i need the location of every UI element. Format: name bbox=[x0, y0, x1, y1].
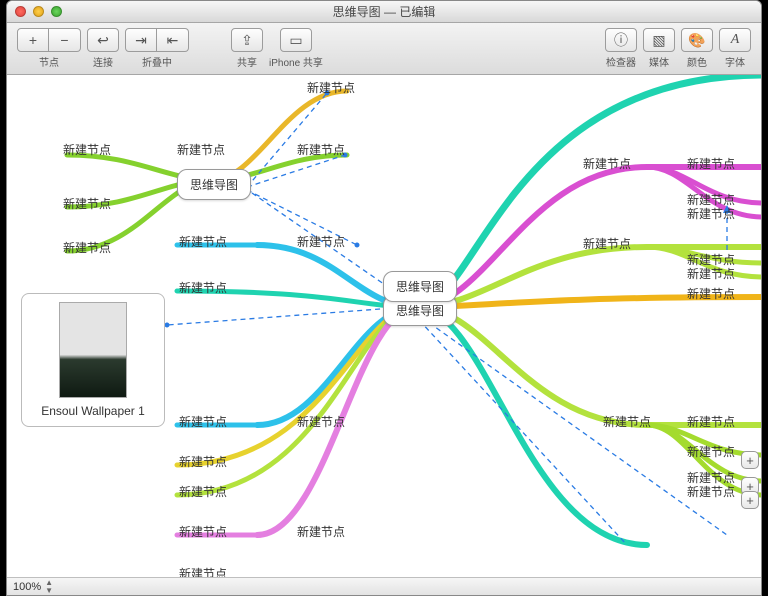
mindmap-node[interactable]: 新建节点 bbox=[179, 413, 227, 430]
mindmap-node[interactable]: 新建节点 bbox=[687, 443, 735, 460]
toolbar: + − 节点 ↩ 连接 ⇥ ⇤ 折叠中 ⇪ 共享 ▭ iPhone 共享 bbox=[7, 23, 761, 75]
app-window: 思维导图 — 已编辑 + − 节点 ↩ 连接 ⇥ ⇤ 折叠中 ⇪ 共享 bbox=[6, 0, 762, 596]
toolbar-label-color: 颜色 bbox=[687, 54, 707, 69]
toolbar-group-iphone: ▭ iPhone 共享 bbox=[269, 28, 323, 69]
toolbar-group-media: ▧ 媒体 bbox=[643, 28, 675, 69]
add-node-button[interactable]: + bbox=[17, 28, 49, 52]
zoom-button[interactable] bbox=[51, 6, 62, 17]
close-button[interactable] bbox=[15, 6, 26, 17]
link-icon: ↩ bbox=[97, 32, 109, 49]
mindmap-node[interactable]: 新建节点 bbox=[687, 155, 735, 172]
toolbar-group-link: ↩ 连接 bbox=[87, 28, 119, 69]
mindmap-node[interactable]: 新建节点 bbox=[687, 285, 735, 302]
mindmap-node[interactable]: 新建节点 bbox=[179, 233, 227, 250]
fold-in-button[interactable]: ⇥ bbox=[125, 28, 157, 52]
traffic-lights bbox=[7, 6, 62, 17]
toolbar-group-node: + − 节点 bbox=[17, 28, 81, 69]
mindmap-node[interactable]: 新建节点 bbox=[583, 155, 631, 172]
mindmap-node[interactable]: 新建节点 bbox=[63, 195, 111, 212]
toolbar-label-node: 节点 bbox=[39, 54, 59, 69]
zoom-value[interactable]: 100% bbox=[13, 581, 41, 593]
mindmap-node[interactable]: 新建节点 bbox=[687, 205, 735, 222]
zoom-stepper[interactable]: ▲▼ bbox=[45, 579, 53, 595]
remove-node-button[interactable]: − bbox=[49, 28, 81, 52]
toolbar-label-font: 字体 bbox=[725, 54, 745, 69]
titlebar: 思维导图 — 已编辑 bbox=[7, 1, 761, 23]
media-thumbnail bbox=[59, 302, 127, 398]
inspector-button[interactable]: ⓘ bbox=[605, 28, 637, 52]
mindmap-node[interactable]: 新建节点 bbox=[307, 79, 355, 96]
phone-icon: ▭ bbox=[289, 32, 302, 49]
toolbar-label-media: 媒体 bbox=[649, 54, 669, 69]
mindmap-node[interactable]: 新建节点 bbox=[177, 141, 225, 158]
toolbar-label-share: 共享 bbox=[237, 54, 257, 69]
mindmap-node[interactable]: 新建节点 bbox=[297, 413, 345, 430]
mindmap-canvas[interactable]: 思维导图 思维导图 思维导图 新建节点 新建节点 新建节点 新建节点 新建节点 … bbox=[7, 75, 761, 577]
mindmap-node[interactable]: 新建节点 bbox=[63, 141, 111, 158]
color-button[interactable]: 🎨 bbox=[681, 28, 713, 52]
media-icon: ▧ bbox=[652, 32, 665, 49]
plus-icon: + bbox=[29, 32, 37, 48]
mindmap-node[interactable]: 新建节点 bbox=[179, 279, 227, 296]
mindmap-node[interactable]: 新建节点 bbox=[297, 233, 345, 250]
fold-out-button[interactable]: ⇤ bbox=[157, 28, 189, 52]
mindmap-node[interactable]: 新建节点 bbox=[179, 483, 227, 500]
mindmap-node[interactable]: 新建节点 bbox=[297, 523, 345, 540]
media-caption: Ensoul Wallpaper 1 bbox=[30, 404, 156, 418]
root-node-behind[interactable]: 思维导图 bbox=[383, 271, 457, 302]
font-button[interactable]: A bbox=[719, 28, 751, 52]
mindmap-node[interactable]: 新建节点 bbox=[297, 141, 345, 158]
minimize-button[interactable] bbox=[33, 6, 44, 17]
toolbar-group-share: ⇪ 共享 bbox=[231, 28, 263, 69]
statusbar: 100% ▲▼ bbox=[7, 577, 761, 595]
share-button[interactable]: ⇪ bbox=[231, 28, 263, 52]
media-button[interactable]: ▧ bbox=[643, 28, 675, 52]
toolbar-group-inspector: ⓘ 检查器 bbox=[605, 28, 637, 69]
fold-out-icon: ⇤ bbox=[167, 32, 179, 49]
subroot-node[interactable]: 思维导图 bbox=[177, 169, 251, 200]
toolbar-label-link: 连接 bbox=[93, 54, 113, 69]
toolbar-label-iphone: iPhone 共享 bbox=[269, 54, 323, 69]
font-icon: A bbox=[731, 32, 740, 48]
palette-icon: 🎨 bbox=[688, 32, 705, 49]
link-button[interactable]: ↩ bbox=[87, 28, 119, 52]
minus-icon: − bbox=[60, 32, 68, 48]
mindmap-node[interactable]: 新建节点 bbox=[179, 565, 227, 577]
toolbar-group-font: A 字体 bbox=[719, 28, 751, 69]
expand-node-button[interactable]: + bbox=[741, 491, 759, 509]
mindmap-node[interactable]: 新建节点 bbox=[179, 453, 227, 470]
mindmap-node[interactable]: 新建节点 bbox=[63, 239, 111, 256]
mindmap-node[interactable]: 新建节点 bbox=[687, 483, 735, 500]
fold-in-icon: ⇥ bbox=[135, 32, 147, 49]
mindmap-node[interactable]: 新建节点 bbox=[179, 523, 227, 540]
toolbar-label-fold: 折叠中 bbox=[142, 54, 172, 69]
mindmap-node[interactable]: 新建节点 bbox=[583, 235, 631, 252]
mindmap-node[interactable]: 新建节点 bbox=[687, 265, 735, 282]
info-icon: ⓘ bbox=[614, 30, 628, 50]
expand-node-button[interactable]: + bbox=[741, 451, 759, 469]
toolbar-group-color: 🎨 颜色 bbox=[681, 28, 713, 69]
window-title: 思维导图 — 已编辑 bbox=[7, 3, 761, 20]
toolbar-group-fold: ⇥ ⇤ 折叠中 bbox=[125, 28, 189, 69]
mindmap-node[interactable]: 新建节点 bbox=[687, 413, 735, 430]
mindmap-node[interactable]: 新建节点 bbox=[603, 413, 651, 430]
share-icon: ⇪ bbox=[241, 32, 253, 49]
iphone-share-button[interactable]: ▭ bbox=[280, 28, 312, 52]
toolbar-label-inspector: 检查器 bbox=[606, 54, 636, 69]
media-node[interactable]: Ensoul Wallpaper 1 bbox=[21, 293, 165, 427]
